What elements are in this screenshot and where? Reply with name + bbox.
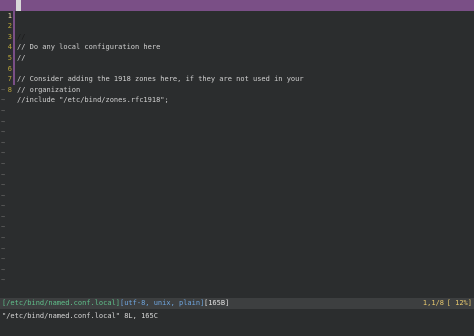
tilde-marker: ~ xyxy=(1,244,6,253)
command-line-message: "/etc/bind/named.conf.local" 8L, 165C xyxy=(2,312,158,320)
editor-area[interactable]: 1 // 2 // Do any local configuration her… xyxy=(0,0,474,297)
empty-line-marker: ~ xyxy=(0,201,474,212)
gutter-marker xyxy=(13,21,15,32)
tilde-marker: ~ xyxy=(1,138,6,147)
tilde-marker: ~ xyxy=(1,202,6,211)
empty-line-marker: ~ xyxy=(0,180,474,191)
gutter-marker xyxy=(13,10,15,22)
editor-line[interactable]: 2 // Do any local configuration here xyxy=(0,10,474,51)
empty-line-marker: ~ xyxy=(0,275,474,286)
empty-line-marker: ~ xyxy=(0,148,474,159)
tilde-marker: ~ xyxy=(1,149,6,158)
empty-line-marker: ~ xyxy=(0,170,474,181)
tilde-marker: ~ xyxy=(1,170,6,179)
editor-line[interactable]: 4 xyxy=(0,31,474,51)
tilde-marker: ~ xyxy=(1,85,6,94)
gutter-marker xyxy=(13,52,15,64)
empty-line-marker: ~ xyxy=(0,127,474,138)
status-scroll-percent: [ 12%] xyxy=(446,299,472,307)
editor-line[interactable]: 8 xyxy=(0,74,474,94)
status-encoding: [utf-8, unix, plain] xyxy=(120,299,205,307)
gutter-marker xyxy=(13,42,15,53)
empty-line-marker: ~ xyxy=(0,159,474,170)
empty-line-marker: ~ xyxy=(0,95,474,106)
command-line[interactable]: "/etc/bind/named.conf.local" 8L, 165C xyxy=(0,310,474,323)
editor-line[interactable]: 6 // organization xyxy=(0,52,474,94)
gutter-marker xyxy=(13,63,15,75)
tilde-marker: ~ xyxy=(1,128,6,137)
empty-line-marker: ~ xyxy=(0,106,474,117)
editor-line[interactable]: 3 // xyxy=(0,21,474,62)
tilde-marker: ~ xyxy=(1,276,6,285)
tilde-marker: ~ xyxy=(1,159,6,168)
empty-line-marker: ~ xyxy=(0,254,474,265)
tilde-marker: ~ xyxy=(1,191,6,200)
empty-buffer-area: ~ ~ ~ ~ ~ ~ ~ ~ ~ ~ ~ ~ ~ ~ ~ ~ ~ ~ ~ xyxy=(0,85,474,286)
empty-line-marker: ~ xyxy=(0,244,474,255)
status-file-path: [/etc/bind/named.conf.local] xyxy=(2,299,121,307)
tilde-marker: ~ xyxy=(1,212,6,221)
empty-line-marker: ~ xyxy=(0,85,474,96)
empty-line-marker: ~ xyxy=(0,138,474,149)
text-cursor xyxy=(16,0,21,11)
tilde-marker: ~ xyxy=(1,96,6,105)
gutter-marker xyxy=(13,31,15,43)
editor-line[interactable]: 5 // Consider adding the 1918 zones here… xyxy=(0,42,474,83)
tilde-marker: ~ xyxy=(1,223,6,232)
empty-line-marker: ~ xyxy=(0,117,474,128)
tilde-marker: ~ xyxy=(1,181,6,190)
empty-line-marker: ~ xyxy=(0,233,474,244)
status-file-size: [165B] xyxy=(204,299,230,307)
editor-line[interactable]: 7 //include "/etc/bind/zones.rfc1918"; xyxy=(0,63,474,104)
gutter-marker xyxy=(13,74,15,85)
tilde-marker: ~ xyxy=(1,265,6,274)
tilde-marker: ~ xyxy=(1,106,6,115)
tilde-marker: ~ xyxy=(1,255,6,264)
tilde-marker: ~ xyxy=(1,117,6,126)
empty-line-marker: ~ xyxy=(0,222,474,233)
tilde-marker: ~ xyxy=(1,234,6,243)
status-bar: [/etc/bind/named.conf.local] [utf-8, uni… xyxy=(0,298,474,309)
empty-line-marker: ~ xyxy=(0,212,474,223)
empty-line-marker: ~ xyxy=(0,191,474,202)
status-cursor-position: 1,1/8 xyxy=(422,299,444,307)
empty-line-marker: ~ xyxy=(0,265,474,276)
editor-line[interactable]: 1 // xyxy=(0,0,474,41)
